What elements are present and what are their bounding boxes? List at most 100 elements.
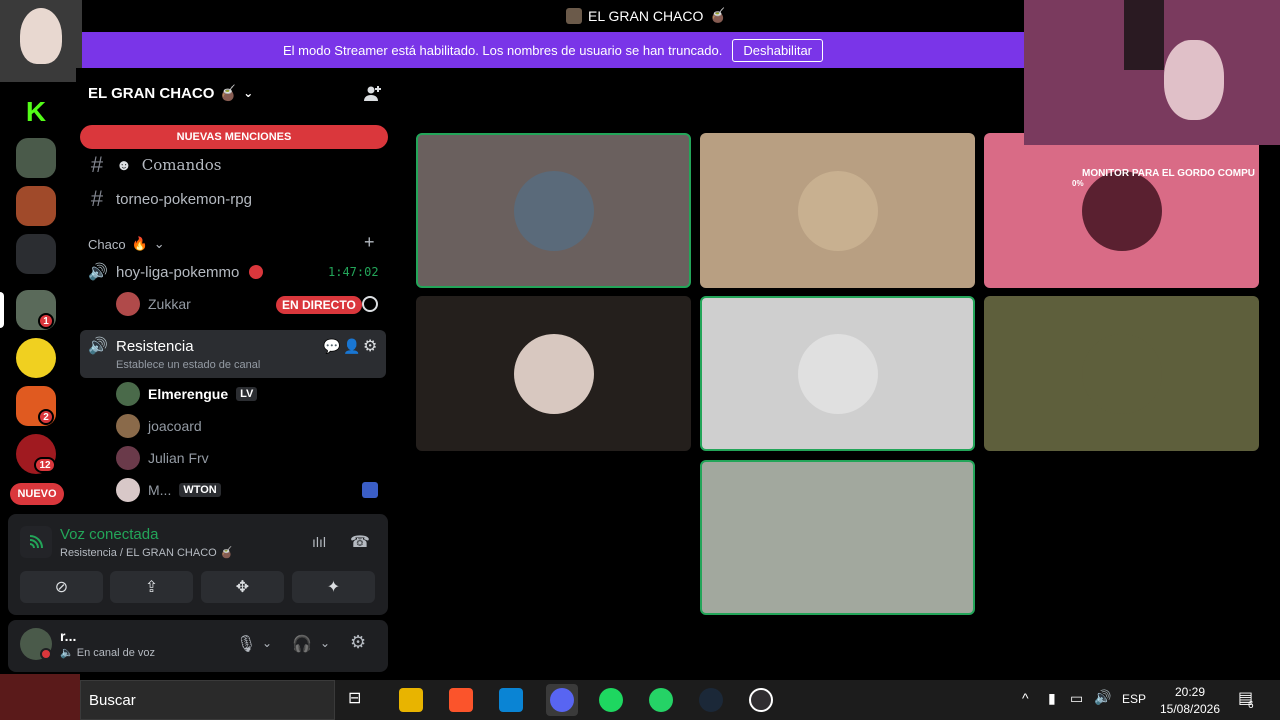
- volume-icon[interactable]: 🔊: [1094, 689, 1111, 706]
- server-icon-2[interactable]: [16, 138, 56, 178]
- voice-channel-hoy-liga[interactable]: 🔊 hoy-liga-pokemmo: [88, 262, 264, 282]
- taskbar-search[interactable]: Buscar: [80, 680, 335, 720]
- video-tile[interactable]: [984, 133, 1259, 288]
- file-explorer-icon[interactable]: [399, 688, 423, 712]
- language-indicator[interactable]: ESP: [1122, 692, 1146, 706]
- gear-icon[interactable]: ⚙: [350, 632, 366, 653]
- chat-icon[interactable]: 💬: [323, 338, 340, 355]
- voice-member[interactable]: Julian Frv: [116, 446, 209, 470]
- brave-browser-icon[interactable]: [449, 688, 473, 712]
- user-name: Zukkar: [148, 296, 191, 312]
- video-tile[interactable]: [416, 296, 691, 451]
- store-icon[interactable]: [499, 688, 523, 712]
- microphone-icon[interactable]: 🎙: [236, 634, 256, 654]
- speaker-icon: 🔈: [60, 647, 74, 659]
- camera-off-button[interactable]: ⊘: [20, 571, 103, 603]
- avatar: [116, 382, 140, 406]
- person-face: [1164, 40, 1224, 120]
- avatar: [116, 478, 140, 502]
- noise-suppression-icon[interactable]: ılıl: [312, 534, 326, 550]
- video-tile[interactable]: [700, 296, 975, 451]
- activities-icon: ✥: [235, 579, 250, 596]
- invite-user-icon[interactable]: 👤: [343, 338, 360, 355]
- system-clock[interactable]: 20:29 15/08/2026: [1150, 684, 1230, 718]
- invite-people-icon[interactable]: [362, 84, 382, 104]
- chevron-up-icon[interactable]: ^: [1022, 690, 1029, 706]
- goal-label: MONITOR PARA EL GORDO COMPU: [1082, 168, 1255, 179]
- usb-icon[interactable]: ▮: [1048, 690, 1056, 707]
- channel-torneo-pokemon-rpg[interactable]: # torneo-pokemon-rpg: [88, 186, 252, 212]
- chevron-down-icon[interactable]: ⌄: [320, 636, 330, 650]
- channel-label: hoy-liga-pokemmo: [116, 263, 240, 281]
- voice-user-zukkar[interactable]: Zukkar: [116, 292, 191, 316]
- chevron-down-icon[interactable]: ⌄: [262, 636, 272, 650]
- screen-share-icon: ⇪: [144, 579, 159, 596]
- webcam-overlay-right: [1024, 0, 1280, 145]
- spotify-icon[interactable]: [599, 688, 623, 712]
- task-view-icon[interactable]: ⊟: [348, 688, 372, 712]
- server-icon-duck[interactable]: [16, 338, 56, 378]
- discord-icon[interactable]: [550, 688, 574, 712]
- participant-avatar: [513, 333, 594, 414]
- member-tag: LV: [236, 387, 258, 401]
- video-tile[interactable]: [416, 133, 691, 288]
- channel-label: torneo-pokemon-rpg: [116, 190, 252, 208]
- network-icon[interactable]: ▭: [1070, 690, 1083, 707]
- headphones-icon[interactable]: 🎧: [292, 634, 312, 654]
- signal-icon[interactable]: [20, 526, 52, 558]
- voice-member[interactable]: M... WTON: [116, 478, 221, 502]
- user-status-text: En canal de voz: [76, 647, 156, 659]
- member-tag: WTON: [179, 483, 221, 497]
- member-name: Elmerengue: [148, 386, 229, 402]
- server-folder[interactable]: [16, 234, 56, 274]
- video-tile[interactable]: [700, 460, 975, 615]
- soundboard-button[interactable]: ✦: [292, 571, 375, 603]
- channel-comandos[interactable]: # ☻ Comandos: [88, 152, 222, 178]
- category-chaco[interactable]: Chaco 🔥 ⌄: [88, 236, 165, 252]
- mask-icon: ☻: [116, 156, 132, 174]
- voice-channel-path[interactable]: Resistencia / EL GRAN CHACO 🧉: [60, 546, 233, 559]
- channel-label: Resistencia: [116, 337, 194, 355]
- new-servers-pill[interactable]: NUEVO: [10, 483, 64, 505]
- gear-icon[interactable]: ⚙: [363, 336, 377, 356]
- person-face: [20, 8, 62, 64]
- participant-avatar: [797, 497, 878, 578]
- channel-timer: 1:47:02: [328, 265, 379, 279]
- webcam-thumbnail: [0, 674, 80, 720]
- server-name-header[interactable]: EL GRAN CHACO 🧉 ⌄: [88, 84, 253, 102]
- avatar: [116, 446, 140, 470]
- channel-label: Comandos: [141, 156, 222, 174]
- kick-server-icon[interactable]: K: [16, 92, 56, 132]
- banner-message: El modo Streamer está habilitado. Los no…: [282, 42, 723, 58]
- create-channel-icon[interactable]: +: [364, 232, 375, 253]
- status-dnd-icon: [40, 648, 52, 660]
- mention-badge: 12: [34, 457, 56, 473]
- disconnect-icon[interactable]: ☎: [350, 532, 370, 552]
- member-name: joacoard: [148, 418, 202, 434]
- whatsapp-icon[interactable]: [649, 688, 673, 712]
- participant-avatar: [797, 170, 878, 251]
- webcam-overlay-left: [0, 0, 82, 82]
- voice-status: Voz conectada: [60, 526, 159, 543]
- participant-avatar: [513, 170, 594, 251]
- voice-member[interactable]: joacoard: [116, 414, 202, 438]
- chevron-down-icon: ⌄: [153, 236, 165, 251]
- video-tile[interactable]: [984, 296, 1259, 451]
- server-icon-3[interactable]: [16, 186, 56, 226]
- disable-streamer-button[interactable]: Deshabilitar: [732, 38, 824, 62]
- avatar: [116, 292, 140, 316]
- video-tile[interactable]: [700, 133, 975, 288]
- steam-icon[interactable]: [699, 688, 723, 712]
- camera-off-icon: ⊘: [54, 579, 69, 596]
- obs-icon[interactable]: [749, 688, 773, 712]
- voice-member[interactable]: Elmerengue LV: [116, 382, 258, 406]
- guitar-shape: [1124, 0, 1164, 70]
- streamer-mode-banner: El modo Streamer está habilitado. Los no…: [82, 32, 1024, 68]
- speaker-icon: 🔊: [88, 264, 108, 281]
- activities-button[interactable]: ✥: [201, 571, 284, 603]
- new-mentions-bar[interactable]: NUEVAS MENCIONES: [80, 125, 388, 149]
- screen-share-button[interactable]: ⇪: [110, 571, 193, 603]
- window-title-text: EL GRAN CHACO: [588, 7, 704, 24]
- channel-status-placeholder[interactable]: Establece un estado de canal: [116, 359, 260, 371]
- voice-channel-resistencia-row[interactable]: 🔊 Resistencia: [88, 336, 194, 356]
